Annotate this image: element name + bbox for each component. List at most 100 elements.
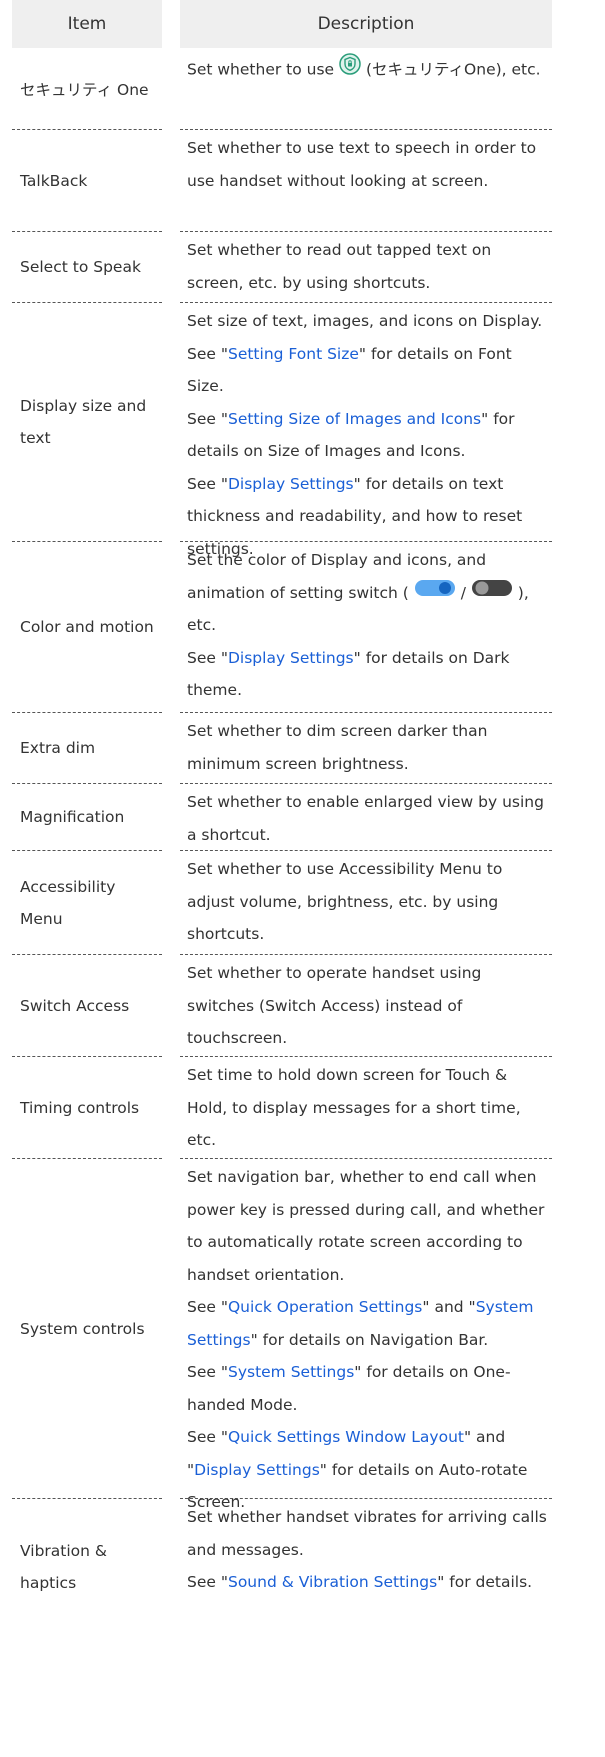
item-cell: Extra dim — [12, 713, 162, 784]
desc-text: Set size of text, images, and icons on D… — [187, 312, 543, 330]
item-label: Select to Speak — [20, 258, 141, 276]
quote: " — [220, 1363, 228, 1381]
description-cell: Set navigation bar, whether to end call … — [180, 1159, 552, 1511]
see-label: See — [187, 1428, 221, 1446]
table-header: Item Description — [0, 0, 605, 48]
desc-text: (セキュリティOne), etc. — [361, 60, 541, 79]
header-item: Item — [12, 0, 162, 48]
see-label: See — [187, 474, 221, 493]
description-cell: Set whether to read out tapped text on s… — [180, 232, 552, 303]
table-row: Select to Speak Set whether to read out … — [0, 232, 605, 303]
item-cell: Display size and text — [12, 303, 162, 542]
table-row: Switch Access Set whether to operate han… — [0, 955, 605, 1057]
link-sound-vibration-settings[interactable]: Sound & Vibration Settings — [228, 1573, 437, 1591]
see-label: See — [187, 648, 221, 667]
quote: " — [220, 1428, 228, 1446]
link-display-settings[interactable]: Display Settings — [194, 1461, 320, 1479]
link-display-settings[interactable]: Display Settings — [228, 475, 354, 493]
quote: " — [353, 474, 361, 493]
desc-text: Set whether to use — [187, 60, 340, 79]
quote: " — [220, 474, 228, 493]
quote: " — [220, 648, 228, 667]
toggle-off-icon — [471, 577, 513, 610]
item-label: System controls — [20, 1319, 145, 1338]
link-setting-font-size[interactable]: Setting Font Size — [228, 345, 359, 363]
desc-text: Set whether to dim screen darker than mi… — [187, 722, 488, 773]
quote: " — [220, 1573, 228, 1591]
desc-text: for details. — [444, 1573, 533, 1591]
see-label: See — [187, 1363, 221, 1381]
description-cell: Set whether to dim screen darker than mi… — [180, 713, 552, 784]
desc-text: Set navigation bar, whether to end call … — [187, 1168, 545, 1284]
item-label: Switch Access — [20, 996, 130, 1015]
description-cell: Set the color of Display and icons, and … — [180, 542, 552, 713]
see-label: See — [187, 409, 221, 428]
quote: " — [468, 1298, 476, 1316]
description-cell: Set whether to use Accessibility Menu to… — [180, 851, 552, 955]
table-row: セキュリティ One Set whether to use (セキュリティOne… — [0, 48, 605, 130]
description-cell: Set size of text, images, and icons on D… — [180, 303, 552, 558]
quote: " — [220, 409, 228, 428]
item-cell: Vibration & haptics — [12, 1499, 162, 1634]
item-label: Accessibility Menu — [20, 877, 116, 928]
link-quick-operation-settings[interactable]: Quick Operation Settings — [228, 1298, 422, 1316]
desc-text: Set whether to enable enlarged view by u… — [187, 793, 544, 844]
desc-text: and — [471, 1428, 506, 1446]
table-row: Accessibility Menu Set whether to use Ac… — [0, 851, 605, 955]
table-row: Color and motion Set the color of Displa… — [0, 542, 605, 713]
desc-text: and — [429, 1298, 469, 1316]
quote: " — [250, 1330, 258, 1349]
description-cell: Set whether to use text to speech in ord… — [180, 130, 552, 232]
desc-text: Set whether to use text to speech in ord… — [187, 139, 537, 190]
desc-text: Set whether handset vibrates for arrivin… — [187, 1508, 547, 1559]
description-cell: Set whether to enable enlarged view by u… — [180, 784, 552, 851]
desc-text: for details on Navigation Bar. — [257, 1330, 489, 1349]
item-label: TalkBack — [20, 171, 88, 190]
item-cell: セキュリティ One — [12, 48, 162, 130]
item-label: Color and motion — [20, 618, 154, 636]
item-label: セキュリティ One — [20, 80, 149, 99]
item-cell: Magnification — [12, 784, 162, 851]
quote: " — [353, 648, 361, 667]
item-cell: Select to Speak — [12, 232, 162, 303]
item-cell: Timing controls — [12, 1057, 162, 1159]
table-row: TalkBack Set whether to use text to spee… — [0, 130, 605, 232]
desc-text: Set time to hold down screen for Touch &… — [187, 1066, 521, 1149]
settings-table: Item Description セキュリティ One Set whether … — [0, 0, 605, 1634]
link-setting-size-images-icons[interactable]: Setting Size of Images and Icons — [228, 410, 481, 428]
shield-lock-icon — [339, 53, 361, 87]
item-label: Display size and text — [20, 397, 147, 447]
quote: " — [220, 1298, 228, 1316]
table-row: Extra dim Set whether to dim screen dark… — [0, 713, 605, 784]
description-cell: Set whether to use (セキュリティOne), etc. — [180, 48, 552, 130]
link-quick-settings-window-layout[interactable]: Quick Settings Window Layout — [228, 1428, 464, 1446]
item-label: Extra dim — [20, 739, 96, 757]
desc-text: Set whether to operate handset using swi… — [187, 964, 482, 1047]
item-label: Timing controls — [20, 1098, 140, 1117]
quote: " — [319, 1460, 327, 1479]
toggle-on-icon — [414, 577, 456, 610]
desc-text: / — [455, 583, 471, 602]
see-label: See — [187, 1298, 221, 1316]
description-cell: Set whether handset vibrates for arrivin… — [180, 1499, 552, 1634]
item-cell: Switch Access — [12, 955, 162, 1057]
item-cell: Color and motion — [12, 542, 162, 713]
table-row: Vibration & haptics Set whether handset … — [0, 1499, 605, 1634]
table-row: Display size and text Set size of text, … — [0, 303, 605, 558]
see-label: See — [187, 344, 221, 363]
link-display-settings[interactable]: Display Settings — [228, 649, 354, 667]
quote: " — [358, 344, 367, 363]
item-cell: System controls — [12, 1159, 162, 1499]
see-label: See — [187, 1573, 221, 1591]
table-row: Magnification Set whether to enable enla… — [0, 784, 605, 851]
item-cell: TalkBack — [12, 130, 162, 232]
table-row: System controls Set navigation bar, whet… — [0, 1159, 605, 1511]
header-description: Description — [180, 0, 552, 48]
quote: " — [220, 344, 228, 363]
description-cell: Set time to hold down screen for Touch &… — [180, 1057, 552, 1159]
item-label: Magnification — [20, 808, 125, 826]
link-system-settings[interactable]: System Settings — [228, 1363, 354, 1381]
desc-text: Set whether to read out tapped text on s… — [187, 241, 492, 292]
desc-text: Set whether to use Accessibility Menu to… — [187, 860, 503, 943]
table-row: Timing controls Set time to hold down sc… — [0, 1057, 605, 1159]
